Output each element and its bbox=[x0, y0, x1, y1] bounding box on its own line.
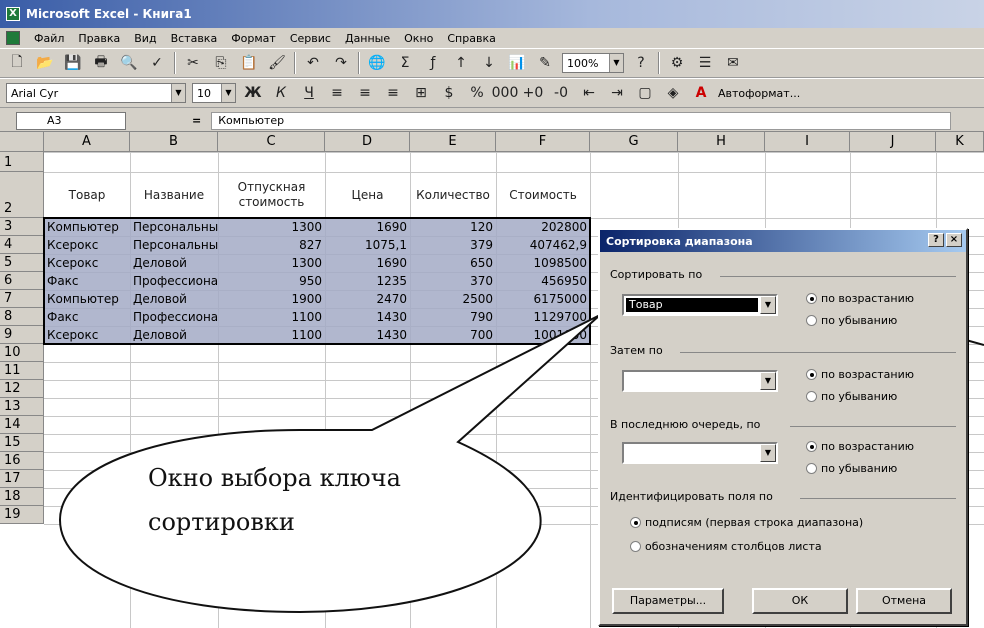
sortby-label: Сортировать по bbox=[610, 268, 707, 281]
help-icon[interactable]: ? bbox=[928, 233, 944, 247]
groupbox-line bbox=[680, 352, 956, 353]
sortby-asc-radio[interactable]: по возрастанию bbox=[806, 292, 914, 305]
radio-label: подписям (первая строка диапазона) bbox=[645, 516, 864, 529]
sortby-value: Товар bbox=[626, 298, 758, 312]
lastby-select[interactable]: ▼ bbox=[622, 442, 778, 464]
close-icon[interactable]: × bbox=[946, 233, 962, 247]
sort-dialog: Сортировка диапазона ? × Сортировать по … bbox=[598, 228, 968, 626]
radio-dot-icon bbox=[630, 541, 641, 552]
dialog-title-bar: Сортировка диапазона ? × bbox=[600, 230, 966, 252]
radio-label: обозначениям столбцов листа bbox=[645, 540, 822, 553]
chevron-down-icon[interactable]: ▼ bbox=[760, 444, 776, 462]
thenby-asc-radio[interactable]: по возрастанию bbox=[806, 368, 914, 381]
callout-text-line2: сортировки bbox=[148, 508, 295, 536]
identify-letters-radio[interactable]: обозначениям столбцов листа bbox=[630, 540, 822, 553]
then-label: Затем по bbox=[610, 344, 667, 357]
chevron-down-icon[interactable]: ▼ bbox=[760, 296, 776, 314]
radio-label: по возрастанию bbox=[821, 292, 915, 305]
radio-dot-icon bbox=[806, 315, 817, 326]
radio-dot-icon bbox=[630, 517, 641, 528]
radio-label: по возрастанию bbox=[821, 368, 915, 381]
lastby-desc-radio[interactable]: по убыванию bbox=[806, 462, 897, 475]
callout-text-line1: Окно выбора ключа bbox=[148, 464, 401, 492]
groupbox-line bbox=[790, 426, 956, 427]
chevron-down-icon[interactable]: ▼ bbox=[760, 372, 776, 390]
radio-dot-icon bbox=[806, 391, 817, 402]
radio-dot-icon bbox=[806, 293, 817, 304]
identify-label: Идентифицировать поля по bbox=[610, 490, 777, 503]
radio-dot-icon bbox=[806, 369, 817, 380]
radio-label: по убыванию bbox=[821, 462, 898, 475]
cancel-button[interactable]: Отмена bbox=[856, 588, 952, 614]
thenby-desc-radio[interactable]: по убыванию bbox=[806, 390, 897, 403]
parameters-button[interactable]: Параметры... bbox=[612, 588, 724, 614]
radio-dot-icon bbox=[806, 463, 817, 474]
sortby-desc-radio[interactable]: по убыванию bbox=[806, 314, 897, 327]
radio-label: по возрастанию bbox=[821, 440, 915, 453]
sortby-select[interactable]: Товар ▼ bbox=[622, 294, 778, 316]
radio-label: по убыванию bbox=[821, 390, 898, 403]
last-label: В последнюю очередь, по bbox=[610, 418, 765, 431]
groupbox-line bbox=[800, 498, 956, 499]
dialog-title: Сортировка диапазона bbox=[606, 234, 753, 248]
thenby-select[interactable]: ▼ bbox=[622, 370, 778, 392]
ok-button[interactable]: ОК bbox=[752, 588, 848, 614]
radio-label: по убыванию bbox=[821, 314, 898, 327]
groupbox-line bbox=[720, 276, 956, 277]
lastby-asc-radio[interactable]: по возрастанию bbox=[806, 440, 914, 453]
radio-dot-icon bbox=[806, 441, 817, 452]
identify-labels-radio[interactable]: подписям (первая строка диапазона) bbox=[630, 516, 863, 529]
